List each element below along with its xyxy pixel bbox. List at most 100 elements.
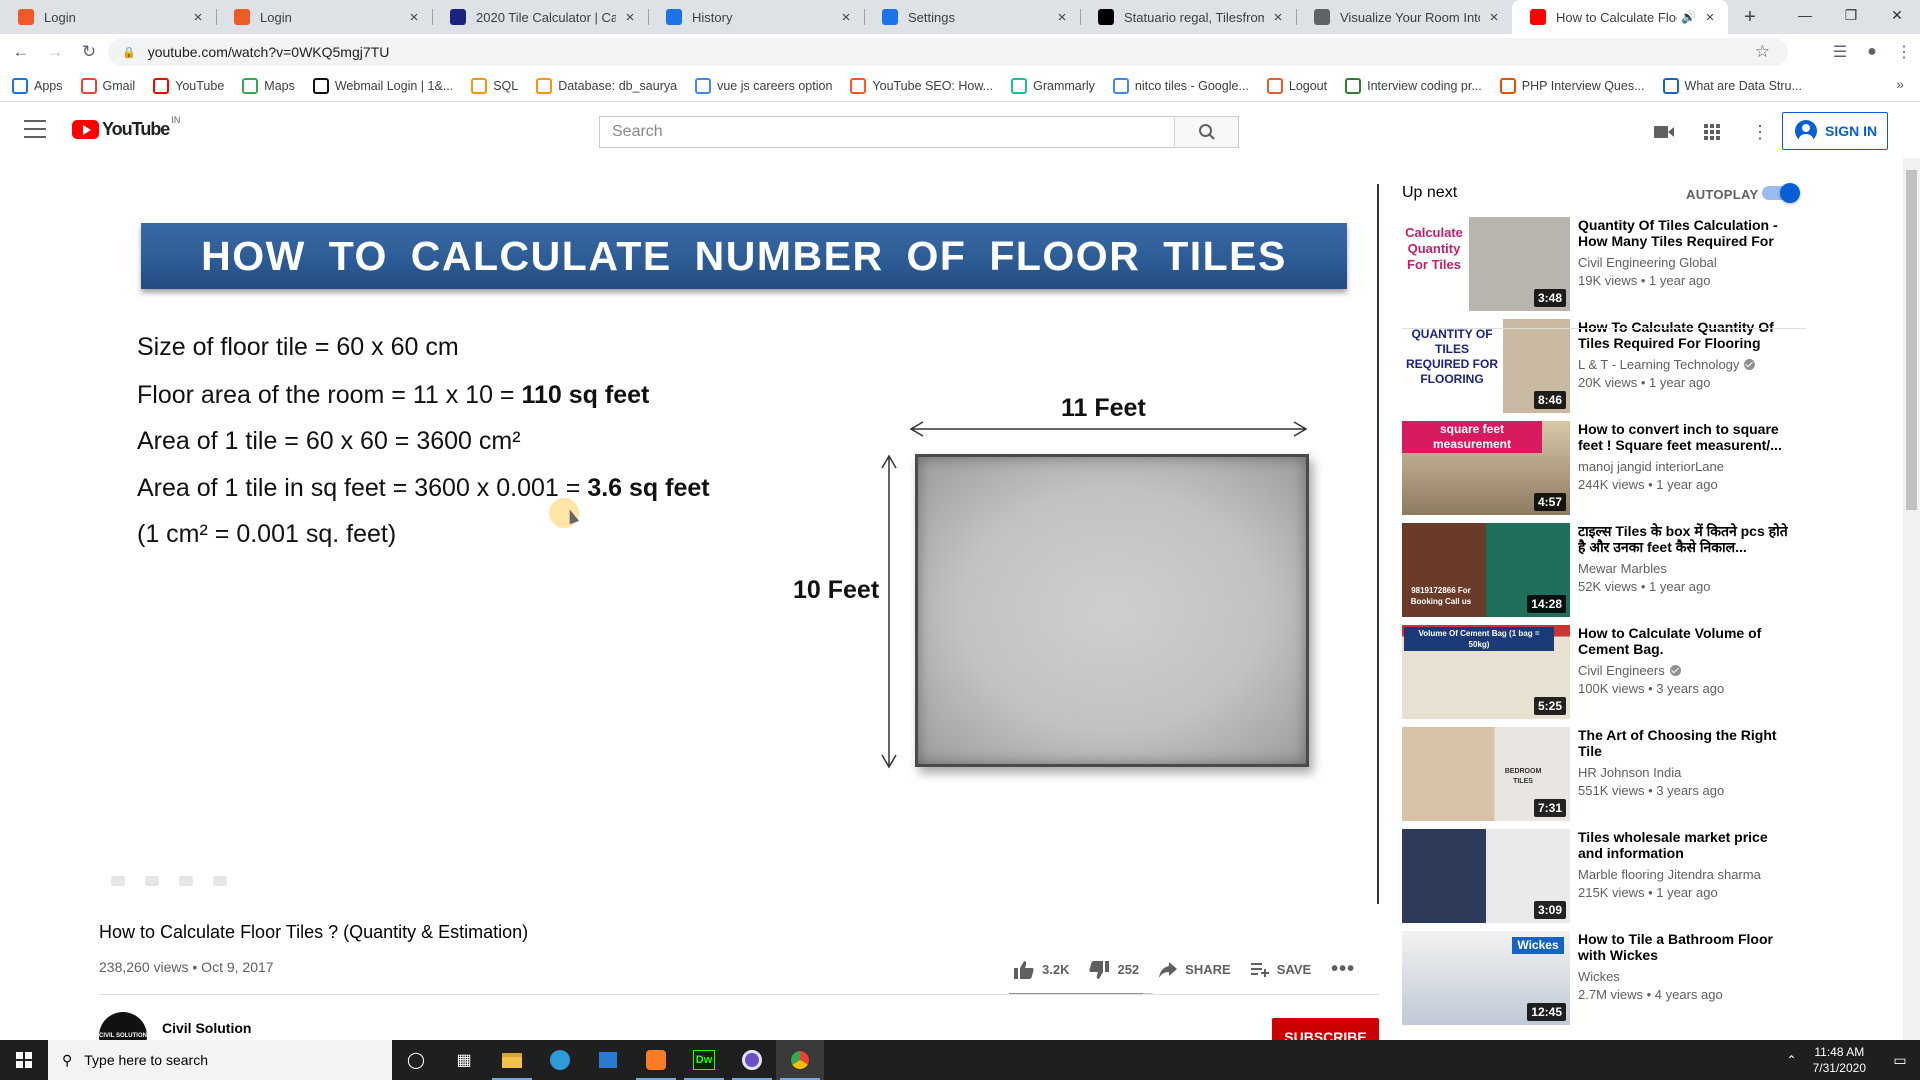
browser-tab[interactable]: Login × xyxy=(216,0,432,34)
reload-icon[interactable]: ↻ xyxy=(76,39,102,65)
video-thumbnail[interactable]: Wickes 12:45 xyxy=(1402,931,1570,1025)
bookmark-item[interactable]: PHP Interview Ques... xyxy=(1499,77,1645,94)
video-thumbnail[interactable]: 9819172866 For Booking Call us 14:28 xyxy=(1402,523,1570,617)
file-explorer-icon[interactable] xyxy=(488,1040,536,1080)
new-tab-button[interactable]: + xyxy=(1736,0,1764,34)
prev-control-icon[interactable] xyxy=(111,876,125,886)
video-thumbnail[interactable]: 3:09 xyxy=(1402,829,1570,923)
chrome-icon[interactable] xyxy=(776,1040,824,1080)
recommendation-channel[interactable]: Civil Engineering Global xyxy=(1578,255,1788,270)
menu-hamburger-icon[interactable] xyxy=(24,120,46,138)
recommendation-title[interactable]: How To Calculate Quantity Of Tiles Requi… xyxy=(1578,319,1788,351)
bookmark-item[interactable]: Interview coding pr... xyxy=(1345,77,1482,94)
bookmark-item[interactable]: Database: db_saurya xyxy=(536,77,677,94)
start-button[interactable] xyxy=(0,1040,48,1080)
menu-control-icon[interactable] xyxy=(179,876,193,886)
bookmark-item[interactable]: YouTube xyxy=(153,77,224,94)
bookmark-item[interactable]: Grammarly xyxy=(1011,77,1095,94)
video-thumbnail[interactable]: square feet measurement 4:57 xyxy=(1402,421,1570,515)
tab-close-icon[interactable]: × xyxy=(1270,9,1286,26)
recommendation-channel[interactable]: Mewar Marbles xyxy=(1578,561,1788,576)
video-thumbnail[interactable]: BEDROOM TILES 7:31 xyxy=(1402,727,1570,821)
tray-expand-icon[interactable]: ⌃ xyxy=(1787,1053,1797,1067)
tab-close-icon[interactable]: × xyxy=(1702,9,1718,26)
channel-name[interactable]: Civil Solution xyxy=(162,1020,251,1036)
recommendation-title[interactable]: Quantity Of Tiles Calculation - How Many… xyxy=(1578,217,1788,249)
dislike-button[interactable]: 252 xyxy=(1089,960,1139,979)
video-thumbnail[interactable]: Calculate Quantity For Tiles 3:48 xyxy=(1402,217,1570,311)
recommended-video[interactable]: BEDROOM TILES 7:31 The Art of Choosing the… xyxy=(1402,727,1812,821)
recommended-video[interactable]: square feet measurement 4:57 How to conver… xyxy=(1402,421,1812,515)
browser-tab[interactable]: Settings × xyxy=(864,0,1080,34)
recommended-video[interactable]: 3:09 Tiles wholesale market price and inf… xyxy=(1402,829,1812,923)
bookmark-star-icon[interactable]: ☆ xyxy=(1755,42,1770,62)
recommendation-title[interactable]: How to Tile a Bathroom Floor with Wickes xyxy=(1578,931,1788,963)
cortana-icon[interactable]: ◯ xyxy=(392,1040,440,1080)
recommendation-channel[interactable]: Wickes xyxy=(1578,969,1788,984)
taskbar-clock[interactable]: 11:48 AM 7/31/2020 xyxy=(1813,1044,1866,1076)
browser-tab[interactable]: Visualize Your Room Into a × xyxy=(1296,0,1512,34)
scrollbar-thumb[interactable] xyxy=(1906,170,1917,510)
recommendation-channel[interactable]: Civil Engineers xyxy=(1578,663,1788,678)
apps-grid-icon[interactable] xyxy=(1688,116,1736,148)
recommended-video[interactable]: Volume Of Cement Bag (1 bag = 50kg) 5:25 H… xyxy=(1402,625,1812,719)
tab-close-icon[interactable]: × xyxy=(1054,9,1070,26)
bookmark-item[interactable]: Webmail Login | 1&... xyxy=(312,77,453,94)
tab-close-icon[interactable]: × xyxy=(838,9,854,26)
minimize-icon[interactable]: — xyxy=(1782,0,1828,30)
bookmark-item[interactable]: SQL xyxy=(471,77,518,94)
bookmark-item[interactable]: vue js careers option xyxy=(695,77,832,94)
browser-tab[interactable]: 2020 Tile Calculator | Calcul × xyxy=(432,0,648,34)
taskbar-search[interactable]: ⚲ Type here to search xyxy=(48,1040,392,1080)
tab-close-icon[interactable]: × xyxy=(622,9,638,26)
video-thumbnail[interactable]: QUANTITY OF TILES REQUIRED FOR FLOORING 8… xyxy=(1402,319,1570,413)
back-arrow-icon[interactable]: ← xyxy=(8,39,34,65)
recommendation-title[interactable]: Tiles wholesale market price and informa… xyxy=(1578,829,1788,861)
address-bar[interactable]: 🔒 youtube.com/watch?v=0WKQ5mgj7TU ☆ xyxy=(108,38,1788,66)
recommendation-title[interactable]: The Art of Choosing the Right Tile xyxy=(1578,727,1788,759)
pen-control-icon[interactable] xyxy=(145,876,159,886)
notification-icon[interactable]: ▭ xyxy=(1880,1040,1920,1080)
bookmark-item[interactable]: Gmail xyxy=(80,77,135,94)
close-window-icon[interactable]: ✕ xyxy=(1874,0,1920,30)
next-control-icon[interactable] xyxy=(213,876,227,886)
create-video-icon[interactable] xyxy=(1640,116,1688,148)
recommendation-title[interactable]: टाइल्स Tiles के box में कितने pcs होते ह… xyxy=(1578,523,1788,555)
recommended-video[interactable]: 9819172866 For Booking Call us 14:28 टाइल्… xyxy=(1402,523,1812,617)
recommended-video[interactable]: QUANTITY OF TILES REQUIRED FOR FLOORING 8… xyxy=(1402,319,1812,413)
url-text[interactable]: youtube.com/watch?v=0WKQ5mgj7TU xyxy=(148,44,390,60)
more-actions-icon[interactable]: ••• xyxy=(1331,958,1355,981)
bookmark-item[interactable]: YouTube SEO: How... xyxy=(850,77,993,94)
recommendation-channel[interactable]: Marble flooring Jitendra sharma xyxy=(1578,867,1788,882)
media-app-icon[interactable] xyxy=(728,1040,776,1080)
recommended-video[interactable]: Wickes 12:45 How to Tile a Bathroom Floor … xyxy=(1402,931,1812,1025)
search-input[interactable] xyxy=(600,117,1174,147)
xampp-icon[interactable] xyxy=(632,1040,680,1080)
recommendation-channel[interactable]: HR Johnson India xyxy=(1578,765,1788,780)
edge-icon[interactable] xyxy=(536,1040,584,1080)
video-thumbnail[interactable]: Volume Of Cement Bag (1 bag = 50kg) 5:25 xyxy=(1402,625,1570,719)
tab-close-icon[interactable]: × xyxy=(1486,9,1502,26)
recommended-video[interactable]: Calculate Quantity For Tiles 3:48 Quantity… xyxy=(1402,217,1812,311)
chrome-menu-icon[interactable]: ⋮ xyxy=(1888,38,1920,66)
store-app-icon[interactable] xyxy=(584,1040,632,1080)
recommendation-title[interactable]: How to Calculate Volume of Cement Bag. xyxy=(1578,625,1788,657)
save-button[interactable]: SAVE xyxy=(1250,962,1311,977)
autoplay-toggle[interactable] xyxy=(1762,183,1800,203)
bookmarks-overflow-icon[interactable]: » xyxy=(1896,76,1904,92)
recommendation-title[interactable]: How to convert inch to square feet ! Squ… xyxy=(1578,421,1788,453)
youtube-logo[interactable]: YouTube IN xyxy=(72,115,180,140)
bookmark-item[interactable]: Apps xyxy=(12,77,63,94)
tab-close-icon[interactable]: × xyxy=(406,9,422,26)
lock-icon[interactable]: 🔒 xyxy=(122,46,136,59)
bookmark-item[interactable]: Logout xyxy=(1266,77,1327,94)
profile-icon[interactable]: ● xyxy=(1856,38,1888,66)
browser-tab[interactable]: Statuario regal, Tilesfrom N × xyxy=(1080,0,1296,34)
browser-tab[interactable]: How to Calculate Floor 🔊 × xyxy=(1512,0,1728,34)
task-view-icon[interactable]: ▦ xyxy=(440,1040,488,1080)
speaker-icon[interactable]: 🔊 xyxy=(1681,10,1696,24)
sign-in-button[interactable]: SIGN IN xyxy=(1782,112,1888,150)
reading-list-icon[interactable]: ☰ xyxy=(1824,38,1856,66)
browser-tab[interactable]: Login × xyxy=(0,0,216,34)
like-button[interactable]: 3.2K xyxy=(1014,960,1069,979)
